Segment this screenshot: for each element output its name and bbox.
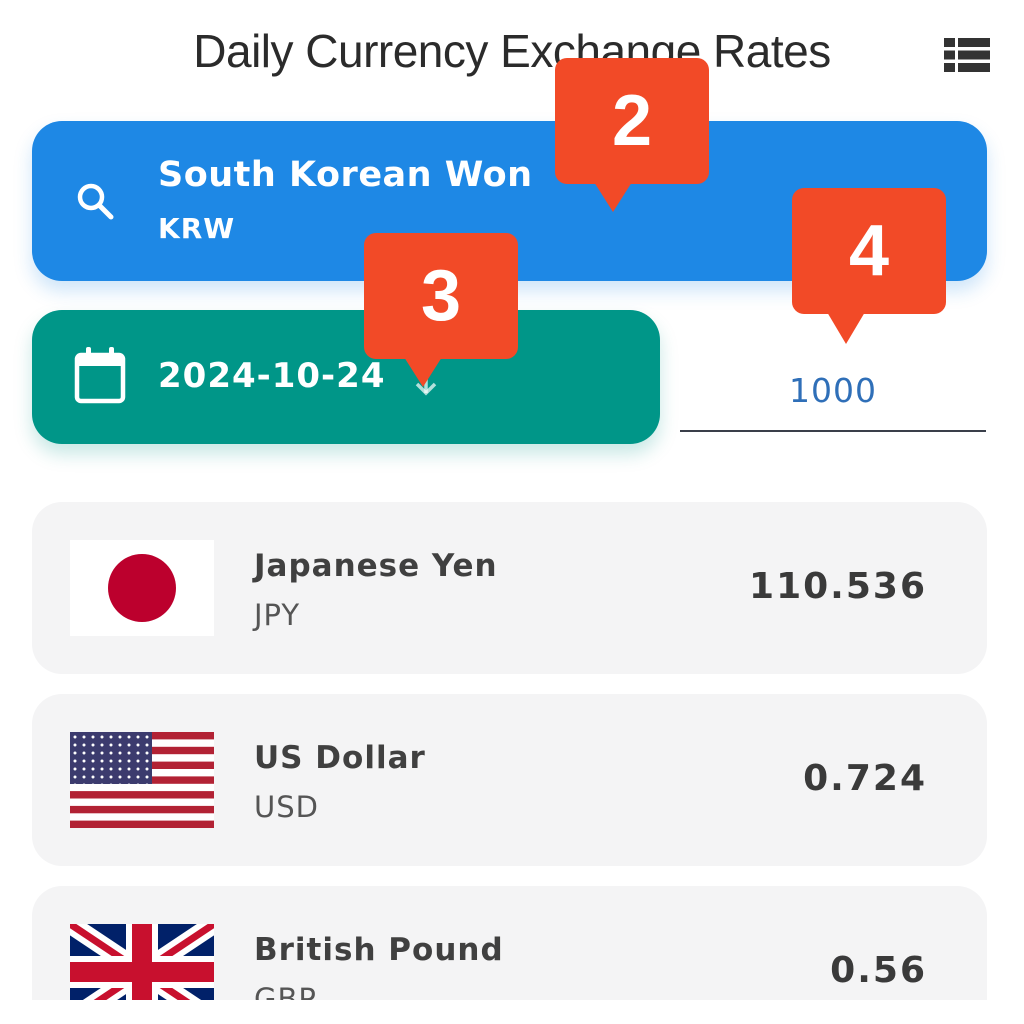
annotation-badge-3: 3 [364, 233, 518, 387]
date-selector[interactable]: 2024-10-24 [32, 310, 660, 444]
us-flag-icon [70, 732, 214, 828]
list-view-button[interactable] [944, 38, 990, 72]
badge-label: 2 [611, 81, 653, 161]
amount-input[interactable] [680, 350, 986, 432]
rate-item-usd[interactable]: US Dollar USD 0.724 [32, 694, 987, 866]
base-currency-code: KRW [158, 212, 236, 245]
selected-date: 2024-10-24 [158, 356, 386, 396]
currency-name: US Dollar [254, 740, 426, 776]
annotation-badge-2: 2 [555, 58, 709, 212]
currency-rate-value: 0.724 [803, 758, 927, 799]
currency-code: GBP [254, 982, 317, 1000]
currency-code: JPY [254, 598, 301, 632]
currency-rate-value: 0.56 [830, 950, 927, 991]
badge-label: 3 [420, 256, 462, 336]
base-currency-name: South Korean Won [158, 155, 533, 195]
app-screen: Daily Currency Exchange Rates South Kore… [0, 0, 1024, 1000]
rate-item-gbp[interactable]: British Pound GBP 0.56 [32, 886, 987, 1000]
currency-rate-value: 110.536 [749, 566, 927, 607]
uk-flag-icon [70, 924, 214, 1000]
currency-code: USD [254, 790, 319, 824]
page-title: Daily Currency Exchange Rates [193, 25, 831, 77]
annotation-badge-4: 4 [792, 188, 946, 344]
rate-item-jpy[interactable]: Japanese Yen JPY 110.536 [32, 502, 987, 674]
list-icon [944, 38, 990, 72]
currency-name: Japanese Yen [254, 548, 498, 584]
badge-label: 4 [848, 211, 890, 291]
japan-flag-icon [70, 540, 214, 636]
search-icon [77, 183, 114, 220]
currency-name: British Pound [254, 932, 504, 968]
calendar-icon [74, 347, 126, 404]
